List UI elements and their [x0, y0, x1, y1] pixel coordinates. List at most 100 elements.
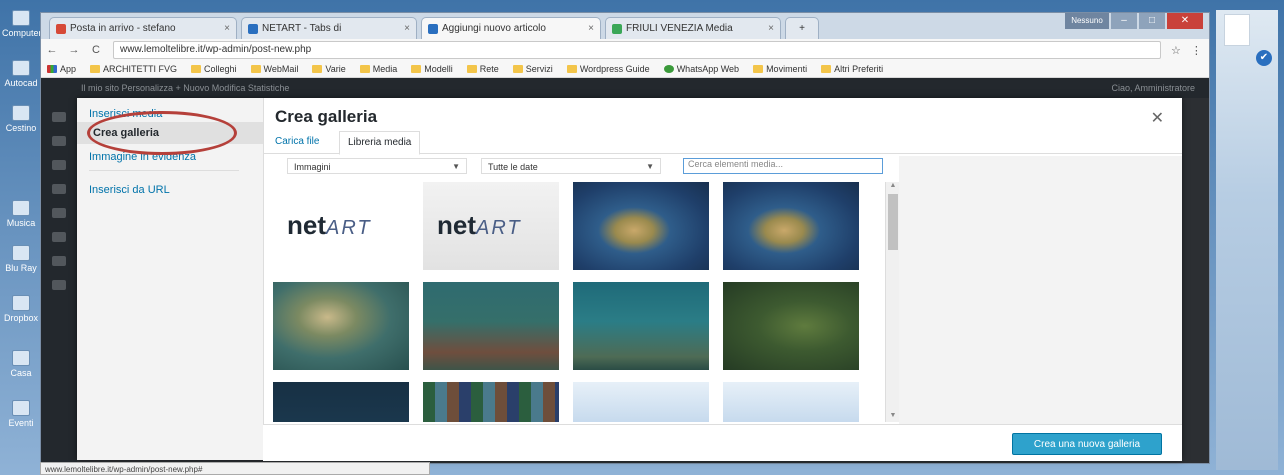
- thumbnail-earth-map[interactable]: [573, 182, 709, 270]
- bookmark-item[interactable]: Modelli: [411, 64, 453, 74]
- pages-icon[interactable]: [52, 184, 66, 194]
- close-icon[interactable]: ×: [220, 23, 230, 34]
- disc-icon: [12, 245, 30, 261]
- thumbnail-underwater-reef[interactable]: [423, 282, 559, 370]
- date-filter-select[interactable]: Tutte le date ▼: [481, 158, 661, 174]
- bookmark-item[interactable]: App: [47, 64, 76, 74]
- close-icon[interactable]: ✕: [1151, 108, 1164, 128]
- new-tab-button[interactable]: +: [785, 17, 819, 39]
- back-button[interactable]: ←: [41, 44, 63, 56]
- wallpaper-strip: [1216, 10, 1278, 470]
- home-icon: [12, 350, 30, 366]
- admin-bar-account[interactable]: Ciao, Amministratore: [1111, 83, 1195, 93]
- music-icon: [12, 200, 30, 216]
- bookmark-item[interactable]: Servizi: [512, 64, 553, 74]
- desktop-icon-music[interactable]: Musica: [2, 200, 40, 228]
- forward-button[interactable]: →: [63, 44, 85, 56]
- status-bar: www.lemoltelibre.it/wp-admin/post-new.ph…: [40, 462, 430, 475]
- bookmark-item[interactable]: Rete: [466, 64, 499, 74]
- bookmark-star-icon[interactable]: ☆: [1171, 44, 1181, 57]
- address-bar[interactable]: www.lemoltelibre.it/wp-admin/post-new.ph…: [113, 41, 1161, 59]
- folder-icon: [753, 65, 764, 73]
- comments-icon[interactable]: [52, 208, 66, 218]
- desktop-icon-dropbox[interactable]: Dropbox: [2, 295, 40, 323]
- bookmark-item[interactable]: ARCHITETTI FVG: [90, 64, 177, 74]
- thumbnail-sea-horizon[interactable]: [573, 382, 709, 422]
- admin-bar-menu[interactable]: Il mio sito Personalizza + Nuovo Modific…: [81, 83, 289, 93]
- document-icon[interactable]: [1224, 14, 1250, 46]
- menu-separator: [89, 170, 239, 171]
- close-icon[interactable]: ×: [584, 23, 594, 34]
- scroll-up-icon[interactable]: ▲: [886, 182, 900, 192]
- wp-admin-sidebar: [41, 98, 77, 463]
- tab-netart[interactable]: NETART - Tabs di ×: [241, 17, 417, 39]
- desktop-icon-bluray[interactable]: Blu Ray: [2, 245, 40, 273]
- thumbnail-deep-sea[interactable]: [273, 382, 409, 422]
- tab-add-post[interactable]: Aggiungi nuovo articolo ×: [421, 17, 601, 39]
- menu-insert-from-url[interactable]: Inserisci da URL: [89, 184, 170, 196]
- bookmark-item[interactable]: Media: [359, 64, 397, 74]
- close-icon[interactable]: ×: [764, 23, 774, 34]
- computer-icon: [12, 10, 30, 26]
- settings-icon[interactable]: [52, 280, 66, 290]
- thumbnail-netart-logo[interactable]: netART: [273, 182, 409, 270]
- media-icon[interactable]: [52, 160, 66, 170]
- desktop-icon-events[interactable]: Eventi: [2, 400, 40, 428]
- bookmark-item[interactable]: Colleghi: [191, 64, 237, 74]
- bookmark-item[interactable]: Altri Preferiti: [821, 64, 883, 74]
- appearance-icon[interactable]: [52, 232, 66, 242]
- right-desktop-panel: ✔: [1208, 10, 1284, 470]
- tab-upload-files[interactable]: Carica file: [267, 131, 327, 153]
- window-controls: Nessuno – □ ✕: [1065, 13, 1203, 29]
- reload-button[interactable]: C: [85, 44, 107, 56]
- folder-icon: [359, 65, 370, 73]
- bookmarks-bar: App ARCHITETTI FVG Colleghi WebMail Vari…: [41, 61, 1209, 78]
- modal-toolbar: Crea una nuova galleria: [263, 424, 1182, 461]
- thumbnail-underwater-fish[interactable]: [573, 282, 709, 370]
- desktop-icon-autocad[interactable]: Autocad: [2, 60, 40, 88]
- maximize-button[interactable]: □: [1139, 13, 1165, 29]
- desktop-icon-home[interactable]: Casa: [2, 350, 40, 378]
- menu-icon[interactable]: ⋮: [1191, 44, 1202, 57]
- user-profile-button[interactable]: Nessuno: [1065, 13, 1109, 29]
- whatsapp-icon: [663, 65, 674, 73]
- thumbnail-mosaic[interactable]: [423, 382, 559, 422]
- desktop-icon-trash[interactable]: Cestino: [2, 105, 40, 133]
- bookmark-item[interactable]: Wordpress Guide: [566, 64, 650, 74]
- annotation-ellipse: [87, 111, 237, 155]
- bookmark-item[interactable]: WhatsApp Web: [663, 64, 739, 74]
- plugins-icon[interactable]: [52, 256, 66, 266]
- desktop-icon-computer[interactable]: Computer: [2, 10, 42, 38]
- bookmark-item[interactable]: Varie: [312, 64, 346, 74]
- posts-icon[interactable]: [52, 136, 66, 146]
- thumbnail-underwater-rocks[interactable]: [723, 282, 859, 370]
- thumbnail-netart-logo[interactable]: netART: [423, 182, 559, 270]
- media-search-input[interactable]: Cerca elementi media...: [683, 158, 883, 174]
- modal-router: Carica file Libreria media: [263, 131, 1182, 155]
- check-icon[interactable]: ✔: [1256, 50, 1272, 66]
- thumbnail-sea-horizon[interactable]: [723, 382, 859, 422]
- scroll-down-icon[interactable]: ▼: [886, 412, 900, 422]
- close-icon[interactable]: ×: [400, 23, 410, 34]
- calendar-icon: [12, 400, 30, 416]
- scroll-thumb[interactable]: [888, 194, 898, 250]
- bookmark-item[interactable]: WebMail: [250, 64, 298, 74]
- minimize-button[interactable]: –: [1111, 13, 1137, 29]
- tab-media-library[interactable]: Libreria media: [339, 131, 421, 155]
- folder-icon: [90, 65, 101, 73]
- tab-gmail[interactable]: Posta in arrivo - stefano ×: [49, 17, 237, 39]
- folder-icon: [512, 65, 523, 73]
- autocad-icon: [12, 60, 30, 76]
- bookmark-item[interactable]: Movimenti: [753, 64, 807, 74]
- dashboard-icon[interactable]: [52, 112, 66, 122]
- create-gallery-button[interactable]: Crea una nuova galleria: [1012, 433, 1162, 455]
- wp-admin-bar: Il mio sito Personalizza + Nuovo Modific…: [41, 78, 1209, 98]
- thumbnail-earth-map[interactable]: [723, 182, 859, 270]
- close-window-button[interactable]: ✕: [1167, 13, 1203, 29]
- folder-icon: [566, 65, 577, 73]
- tab-friuli-media[interactable]: FRIULI VENEZIA Media ×: [605, 17, 781, 39]
- thumbnail-underwater-jellyfish[interactable]: [273, 282, 409, 370]
- type-filter-select[interactable]: Immagini ▼: [287, 158, 467, 174]
- wp-admin-page: Il mio sito Personalizza + Nuovo Modific…: [41, 78, 1209, 463]
- scrollbar[interactable]: ▲ ▼: [885, 182, 900, 422]
